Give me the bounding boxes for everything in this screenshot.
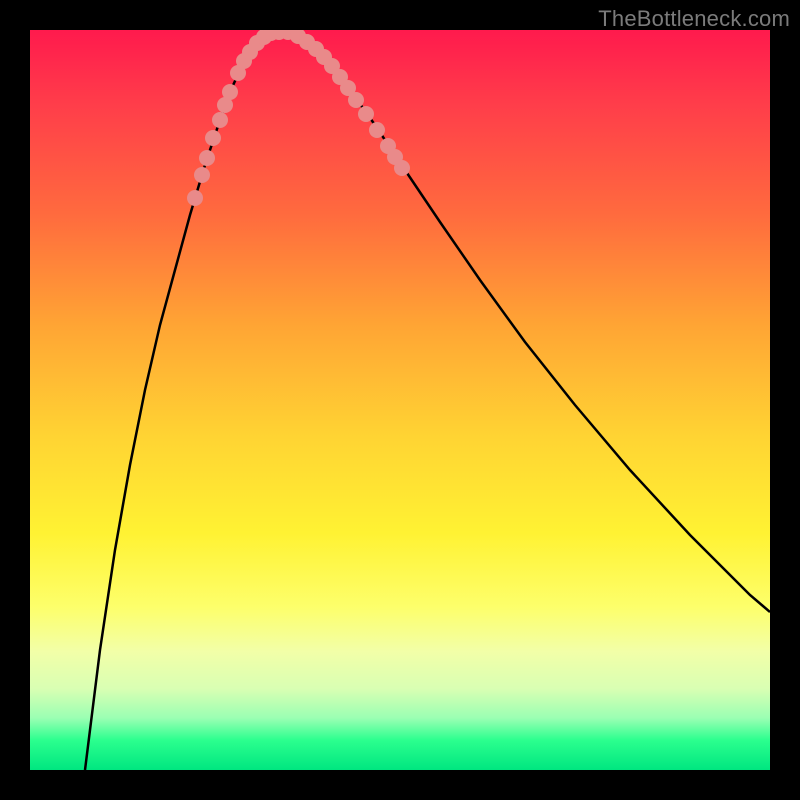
watermark-text: TheBottleneck.com	[598, 6, 790, 32]
plot-area	[30, 30, 770, 770]
marker-dot	[205, 130, 221, 146]
marker-dot	[187, 190, 203, 206]
marker-group	[187, 30, 410, 206]
bottleneck-curve-path	[85, 32, 770, 770]
marker-dot	[194, 167, 210, 183]
marker-dot	[394, 160, 410, 176]
marker-dot	[222, 84, 238, 100]
marker-dot	[199, 150, 215, 166]
marker-dot	[212, 112, 228, 128]
marker-dot	[348, 92, 364, 108]
curve-svg	[30, 30, 770, 770]
marker-dot	[358, 106, 374, 122]
marker-dot	[369, 122, 385, 138]
chart-frame: TheBottleneck.com	[0, 0, 800, 800]
